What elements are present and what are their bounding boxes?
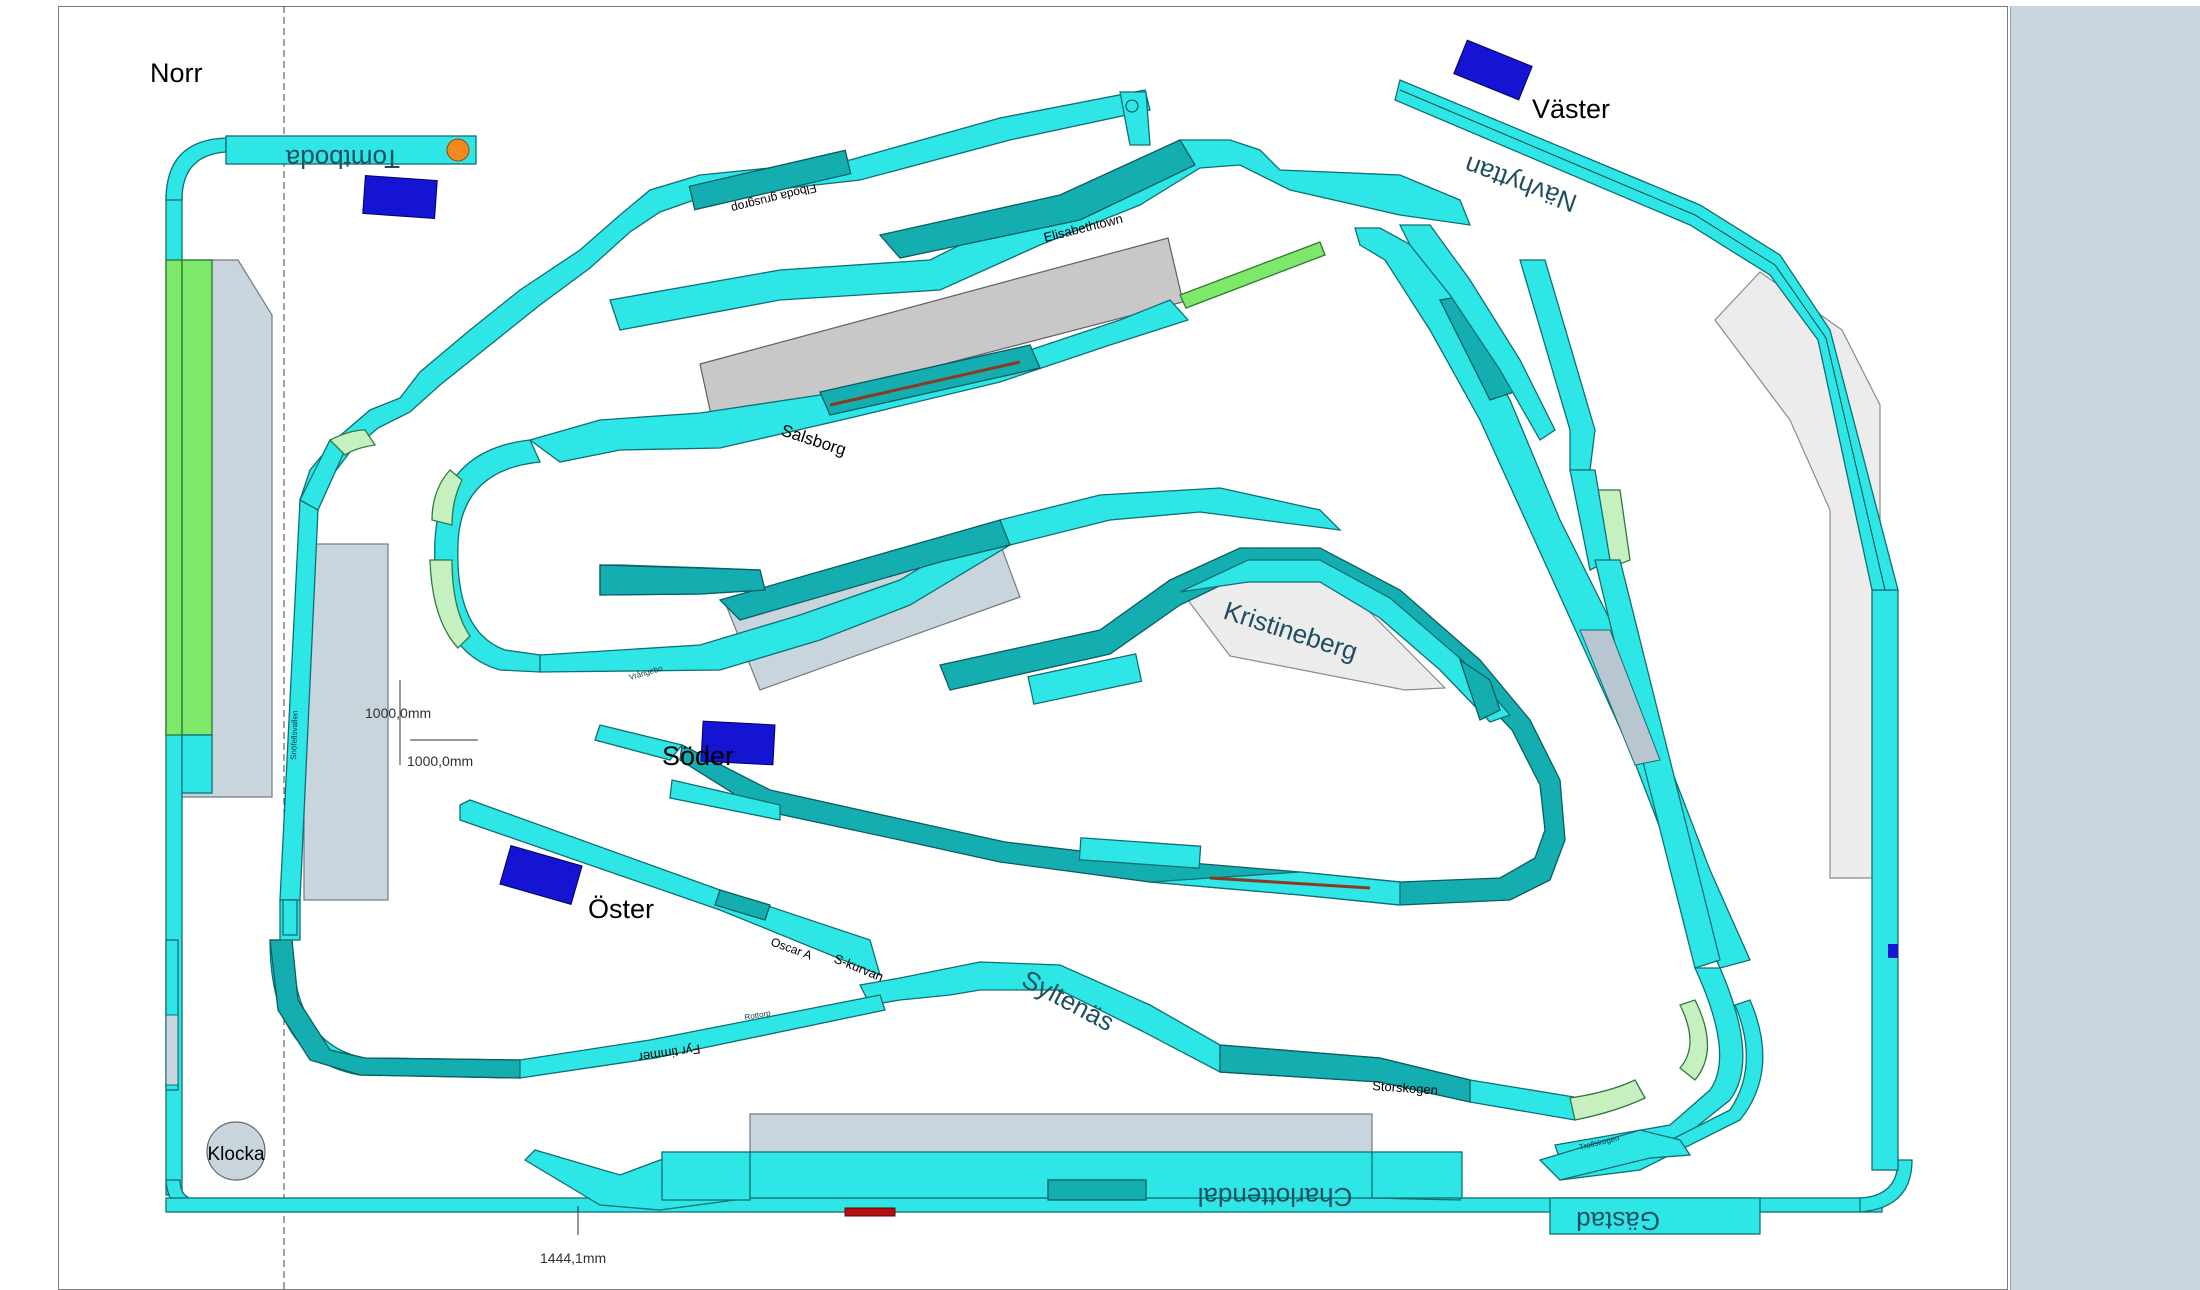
track-syltenas[interactable] bbox=[859, 961, 1581, 1121]
dim-horizontal-label: 1000,0mm bbox=[407, 753, 473, 769]
segment-charlottendal-mid[interactable] bbox=[1047, 1179, 1147, 1201]
label-oster: Öster bbox=[588, 894, 654, 924]
segment-south-west[interactable] bbox=[269, 939, 521, 1079]
dim-bottom-label: 1444,1mm bbox=[540, 1250, 606, 1266]
label-soder: Söder bbox=[662, 741, 734, 771]
board-east bbox=[1714, 271, 1881, 879]
curve-storskogen-green[interactable] bbox=[1569, 1079, 1646, 1121]
clock-label: Klocka bbox=[207, 1144, 264, 1165]
label-snofellsvallen: Snöfellsvallen bbox=[289, 710, 300, 760]
track-left-yard-end[interactable] bbox=[181, 734, 213, 794]
track-left-green-yard[interactable] bbox=[181, 259, 213, 736]
track-left-green[interactable] bbox=[165, 259, 183, 736]
track-fyr-timmer[interactable] bbox=[519, 994, 886, 1079]
dim-vertical-label: 1000,0mm bbox=[365, 705, 431, 721]
marker-vaster[interactable] bbox=[1453, 39, 1533, 101]
track-plan[interactable]: Klocka 1000,0mm 1000,0mm 1444,1mm Norr V… bbox=[0, 0, 2200, 1290]
label-tomtboda: Tomtboda bbox=[285, 144, 400, 174]
segment-charlottendal-east[interactable] bbox=[1371, 1151, 1463, 1199]
track-east-branch[interactable] bbox=[1519, 259, 1596, 471]
segment-west-spur[interactable] bbox=[599, 564, 766, 596]
label-storskogen: Storskogen bbox=[1372, 1078, 1439, 1098]
label-charlottendal: Charlottendal bbox=[1198, 1182, 1353, 1212]
label-norr: Norr bbox=[150, 58, 203, 88]
label-gastad: Gästad bbox=[1576, 1206, 1660, 1236]
platform-charlottendal bbox=[844, 1207, 896, 1217]
curve-top-left[interactable] bbox=[165, 137, 227, 201]
track-spur-top[interactable] bbox=[1119, 91, 1151, 146]
board-west bbox=[303, 543, 389, 901]
track-connector-green[interactable] bbox=[1179, 241, 1326, 309]
track-outer-right[interactable] bbox=[1871, 589, 1899, 1171]
track-west-up[interactable] bbox=[299, 439, 346, 511]
curve-south-west[interactable] bbox=[269, 939, 521, 1079]
segment-charlottendal-west[interactable] bbox=[661, 1151, 751, 1201]
turntable-icon bbox=[446, 138, 470, 162]
marker-norr[interactable] bbox=[362, 175, 438, 219]
label-vaster: Väster bbox=[1532, 94, 1610, 124]
signal-marker bbox=[1888, 944, 1898, 958]
track-left-gray bbox=[165, 1014, 179, 1086]
curve-lower-right-green[interactable] bbox=[1679, 999, 1709, 1081]
track-stub[interactable] bbox=[282, 899, 298, 936]
track-east-lower[interactable] bbox=[1594, 559, 1721, 969]
